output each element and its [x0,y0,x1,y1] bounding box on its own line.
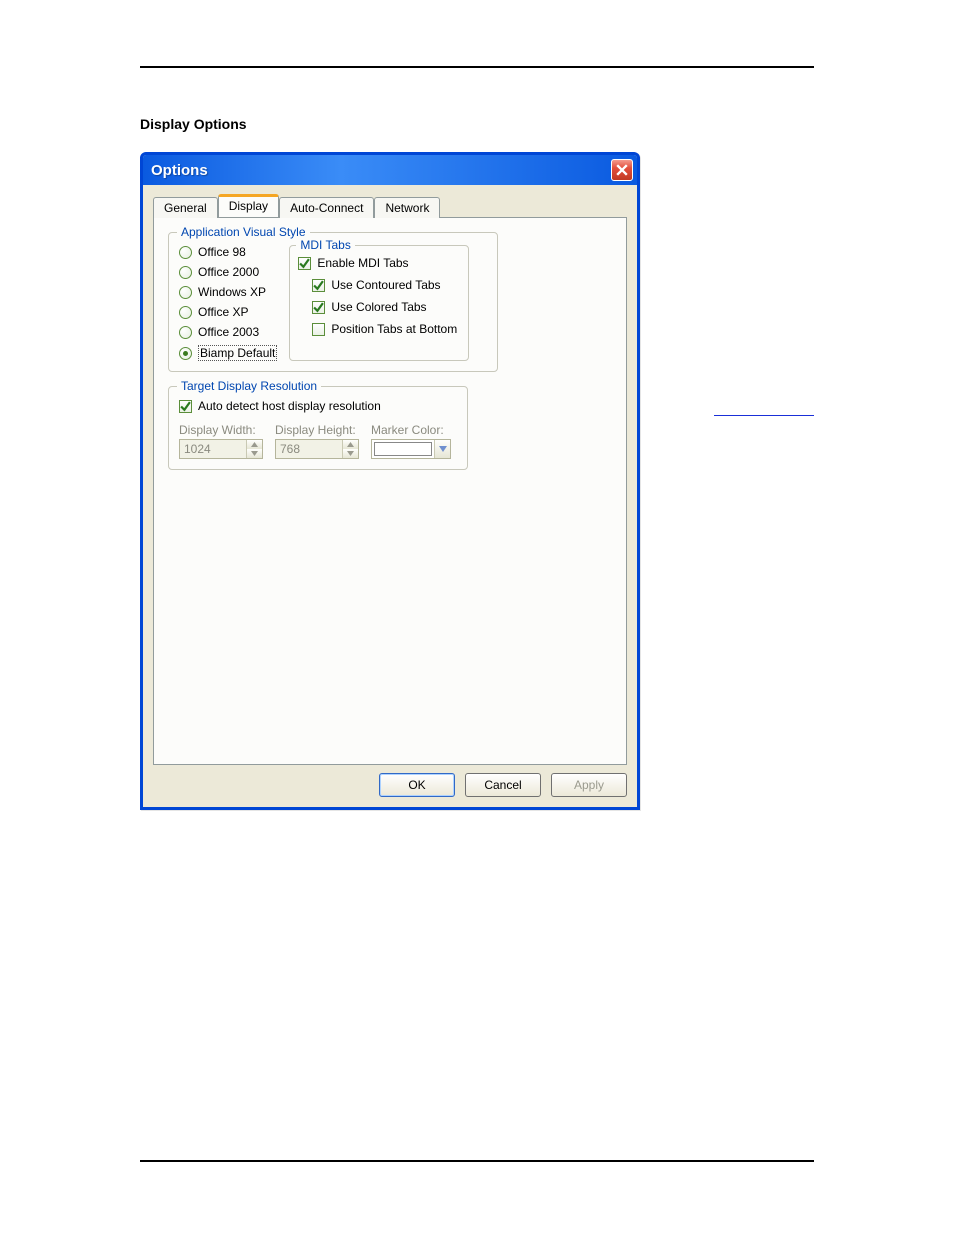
checkbox-auto-detect-resolution[interactable]: Auto detect host display resolution [179,399,457,413]
group-target-resolution: Target Display Resolution Auto detect ho… [168,386,468,470]
checkbox-icon [179,400,192,413]
label-display-width: Display Width: [179,423,263,437]
radio-icon [179,347,192,360]
group-visual-style: Application Visual Style Office 98 Offic… [168,232,498,372]
checkbox-icon [312,301,325,314]
group-mdi-legend: MDI Tabs [296,238,354,252]
radio-windows-xp[interactable]: Windows XP [179,285,277,299]
ok-button[interactable]: OK [379,773,455,797]
radio-label: Office 98 [198,245,246,259]
spinner-down[interactable] [247,449,262,458]
checkbox-label: Use Contoured Tabs [331,278,440,292]
titlebar[interactable]: Options [143,155,637,185]
spinner-down[interactable] [343,449,358,458]
input-display-height[interactable] [276,440,342,458]
group-visual-style-legend: Application Visual Style [177,225,310,239]
radio-label: Office 2000 [198,265,259,279]
checkbox-label: Use Colored Tabs [331,300,426,314]
radio-icon [179,266,192,279]
cancel-button[interactable]: Cancel [465,773,541,797]
radio-label: Office 2003 [198,325,259,339]
page-title: Display Options [140,116,814,132]
tab-strip: General Display Auto-Connect Network [153,195,627,217]
dialog-title: Options [151,162,208,179]
radio-office-98[interactable]: Office 98 [179,245,277,259]
chevron-down-icon [251,451,258,456]
radio-icon [179,306,192,319]
spinner-display-width[interactable] [179,439,263,459]
checkbox-label: Auto detect host display resolution [198,399,381,413]
visual-style-radios: Office 98 Office 2000 Windows XP [179,245,277,361]
radio-label: Windows XP [198,285,266,299]
background-link-fragment [714,415,814,416]
radio-label: Biamp Default [198,345,277,361]
radio-icon [179,286,192,299]
combo-marker-color[interactable] [371,439,451,459]
spinner-up[interactable] [247,440,262,449]
tab-general[interactable]: General [153,197,218,218]
checkbox-icon [298,257,311,270]
radio-office-2000[interactable]: Office 2000 [179,265,277,279]
checkbox-label: Enable MDI Tabs [317,256,408,270]
close-icon [616,164,628,176]
checkbox-label: Position Tabs at Bottom [331,322,457,336]
label-display-height: Display Height: [275,423,359,437]
checkbox-colored-tabs[interactable]: Use Colored Tabs [312,300,460,314]
radio-icon [179,246,192,259]
chevron-down-icon [439,446,447,452]
tab-display[interactable]: Display [218,194,279,217]
label-marker-color: Marker Color: [371,423,451,437]
tab-network[interactable]: Network [374,197,440,218]
chevron-down-icon [347,451,354,456]
radio-office-2003[interactable]: Office 2003 [179,325,277,339]
radio-label: Office XP [198,305,248,319]
close-button[interactable] [611,159,633,181]
checkbox-contoured-tabs[interactable]: Use Contoured Tabs [312,278,460,292]
group-target-legend: Target Display Resolution [177,379,321,393]
spinner-display-height[interactable] [275,439,359,459]
checkbox-tabs-bottom[interactable]: Position Tabs at Bottom [312,322,460,336]
apply-button[interactable]: Apply [551,773,627,797]
chevron-up-icon [347,442,354,447]
color-swatch [374,442,432,456]
spinner-up[interactable] [343,440,358,449]
chevron-up-icon [251,442,258,447]
combo-dropdown-button[interactable] [434,440,450,458]
group-mdi-tabs: MDI Tabs Enable MDI Tabs [289,245,469,361]
options-dialog: Options General Display Auto-Connect Net… [140,152,640,810]
tab-auto-connect[interactable]: Auto-Connect [279,197,374,218]
radio-office-xp[interactable]: Office XP [179,305,277,319]
checkbox-icon [312,323,325,336]
radio-biamp-default[interactable]: Biamp Default [179,345,277,361]
dialog-button-row: OK Cancel Apply [143,765,637,807]
checkbox-enable-mdi[interactable]: Enable MDI Tabs [298,256,460,270]
checkbox-icon [312,279,325,292]
tab-panel-display: Application Visual Style Office 98 Offic… [153,217,627,765]
radio-icon [179,326,192,339]
input-display-width[interactable] [180,440,246,458]
